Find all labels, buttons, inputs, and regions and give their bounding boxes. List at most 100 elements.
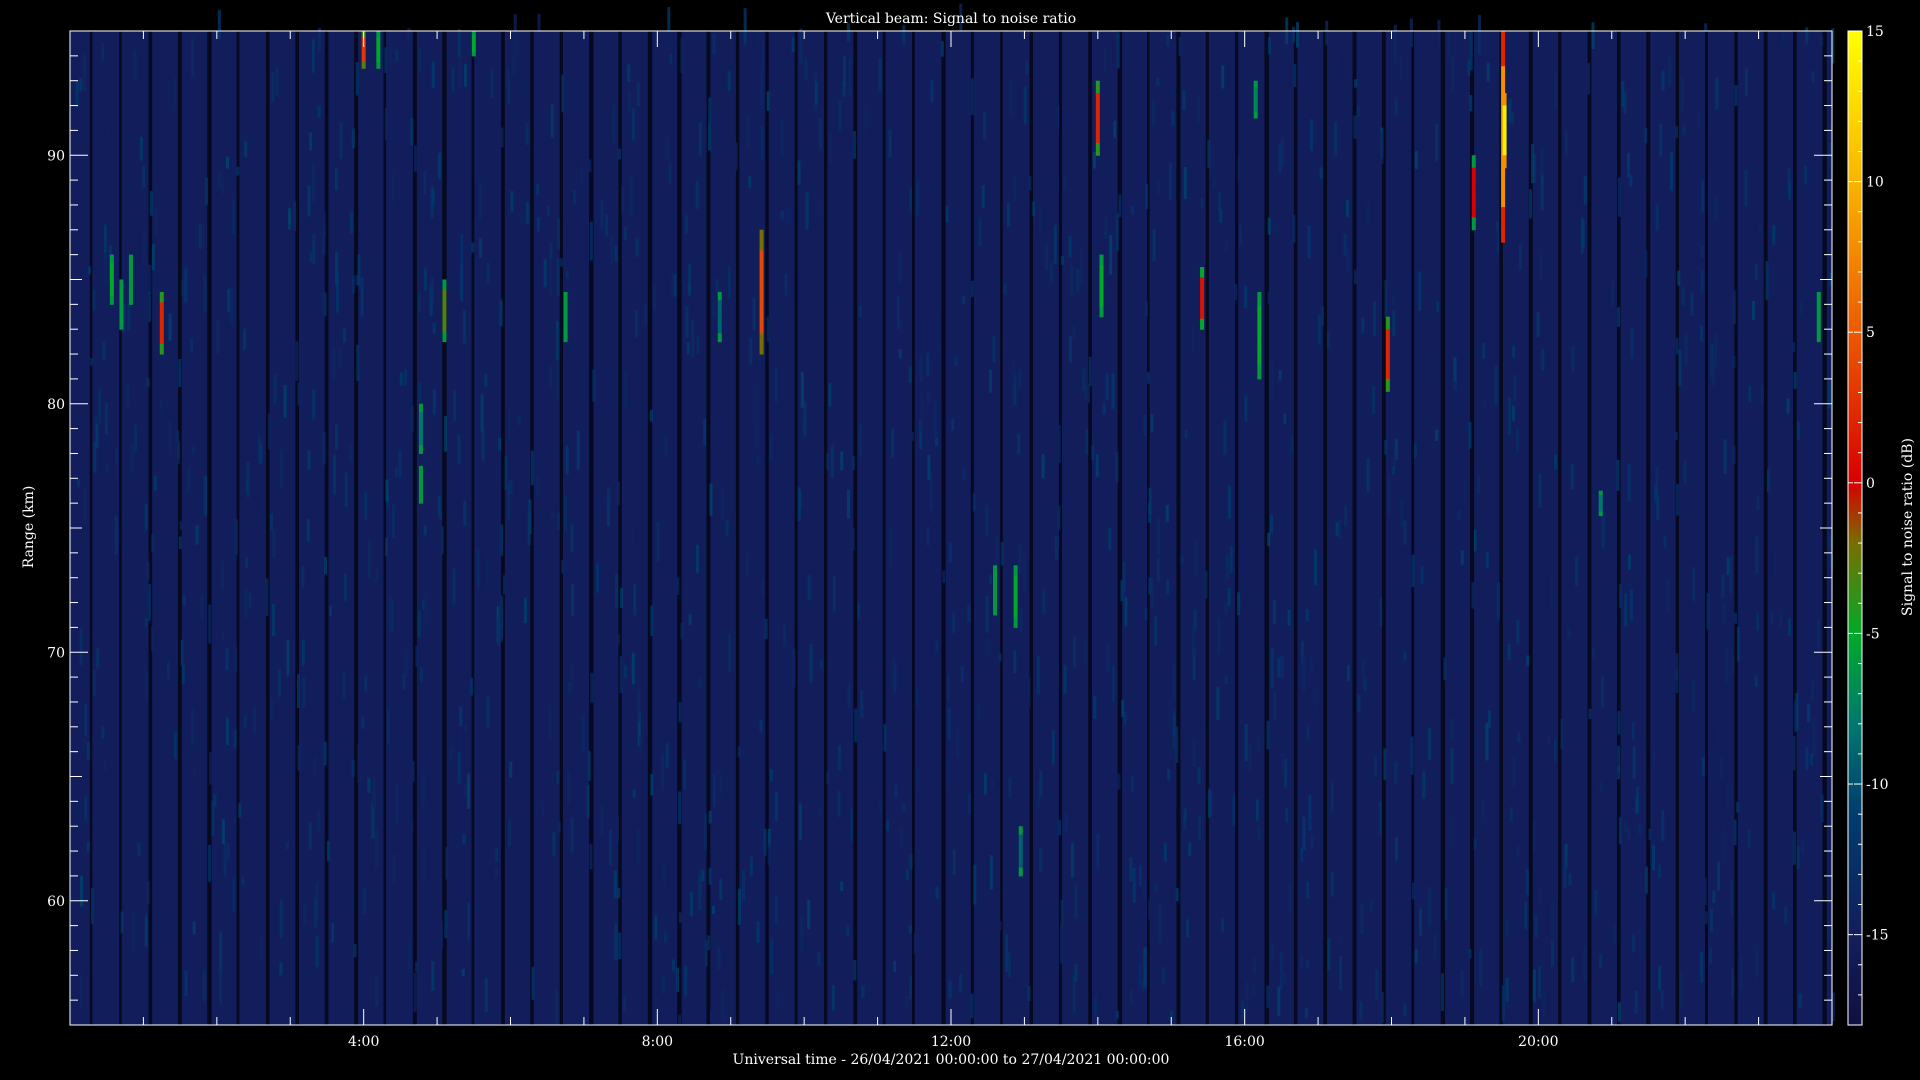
echo-mark xyxy=(128,271,133,280)
noise-pixel xyxy=(892,658,896,690)
noise-pixel xyxy=(926,526,930,547)
noise-pixel xyxy=(998,652,1002,662)
noise-pixel xyxy=(1395,438,1399,460)
noise-pixel xyxy=(1418,271,1422,312)
noise-pixel xyxy=(1436,301,1440,312)
noise-pixel xyxy=(1223,420,1227,456)
noise-pixel xyxy=(1471,582,1475,609)
noise-pixel xyxy=(624,371,628,409)
noise-pixel xyxy=(988,575,992,584)
echo-mark xyxy=(1385,329,1390,343)
noise-pixel xyxy=(690,892,694,917)
noise-pixel xyxy=(1547,736,1551,744)
noise-pixel xyxy=(1541,348,1545,371)
noise-pixel xyxy=(1142,954,1146,968)
noise-pixel xyxy=(1501,985,1505,1021)
noise-pixel xyxy=(241,877,245,885)
noise-pixel xyxy=(1115,1011,1119,1019)
noise-pixel xyxy=(1747,829,1751,849)
data-gap-stripe xyxy=(1205,31,1209,1025)
noise-pixel xyxy=(1305,608,1309,622)
noise-pixel xyxy=(504,456,508,490)
data-gap-stripe xyxy=(119,31,122,1025)
noise-pixel xyxy=(883,723,887,752)
echo-mark xyxy=(471,31,476,36)
noise-pixel xyxy=(275,73,279,82)
noise-pixel xyxy=(728,634,732,673)
noise-pixel xyxy=(431,961,435,991)
noise-pixel xyxy=(619,656,623,693)
noise-pixel xyxy=(1450,718,1454,739)
noise-pixel xyxy=(696,335,700,354)
noise-pixel xyxy=(1617,710,1621,735)
noise-pixel xyxy=(1295,22,1299,48)
data-gap-stripe xyxy=(618,31,622,1025)
noise-pixel xyxy=(1238,224,1242,246)
noise-pixel xyxy=(490,66,494,98)
noise-pixel xyxy=(178,536,182,549)
noise-pixel xyxy=(398,450,402,477)
echo-mark xyxy=(1013,596,1018,608)
noise-pixel xyxy=(1009,81,1013,116)
noise-pixel xyxy=(373,787,377,809)
noise-pixel xyxy=(360,277,364,317)
echo-mark xyxy=(1018,826,1023,835)
noise-pixel xyxy=(1180,555,1184,564)
noise-pixel xyxy=(1304,1008,1308,1019)
noise-pixel xyxy=(399,372,403,386)
noise-pixel xyxy=(461,968,465,977)
noise-pixel xyxy=(1594,889,1598,916)
noise-pixel xyxy=(630,529,634,543)
noise-pixel xyxy=(1668,54,1672,87)
noise-pixel xyxy=(930,80,934,102)
noise-pixel xyxy=(653,285,657,310)
noise-pixel xyxy=(1683,460,1687,484)
noise-pixel xyxy=(364,675,368,692)
noise-pixel xyxy=(1798,993,1802,1008)
noise-pixel xyxy=(418,47,422,72)
noise-pixel xyxy=(1524,901,1528,930)
noise-pixel xyxy=(1675,125,1679,139)
noise-pixel xyxy=(712,34,716,54)
noise-pixel xyxy=(460,233,464,268)
echo-mark xyxy=(442,279,447,291)
noise-pixel xyxy=(543,259,547,288)
noise-pixel xyxy=(303,904,307,925)
noise-pixel xyxy=(236,166,240,176)
noise-pixel xyxy=(1257,736,1261,756)
noise-pixel xyxy=(79,77,83,92)
noise-pixel xyxy=(760,126,764,161)
noise-pixel xyxy=(618,932,622,960)
echo-mark xyxy=(1385,341,1390,355)
noise-pixel xyxy=(756,35,760,45)
noise-pixel xyxy=(524,76,528,100)
noise-pixel xyxy=(1756,612,1760,631)
noise-pixel xyxy=(474,546,478,578)
echo-mark xyxy=(1013,617,1018,628)
noise-pixel xyxy=(192,921,196,934)
noise-pixel xyxy=(1198,815,1202,841)
noise-pixel xyxy=(617,148,621,160)
noise-pixel xyxy=(1217,618,1221,655)
echo-mark xyxy=(1816,333,1821,343)
noise-pixel xyxy=(367,778,371,793)
noise-pixel xyxy=(959,973,963,992)
noise-pixel xyxy=(1319,167,1323,179)
noise-pixel xyxy=(1518,244,1522,270)
echo-mark xyxy=(717,300,722,309)
noise-pixel xyxy=(954,355,958,366)
noise-pixel xyxy=(259,442,263,464)
echo-mark xyxy=(1099,296,1104,307)
echo-mark xyxy=(418,496,423,504)
noise-pixel xyxy=(502,575,506,595)
noise-pixel xyxy=(142,165,146,188)
noise-pixel xyxy=(1022,553,1026,593)
noise-pixel xyxy=(1703,877,1707,905)
noise-pixel xyxy=(1357,694,1361,713)
echo-mark xyxy=(1471,180,1476,194)
echo-mark xyxy=(442,300,447,312)
noise-pixel xyxy=(1525,869,1529,896)
x-tick-label: 20:00 xyxy=(1518,1034,1558,1050)
noise-pixel xyxy=(758,351,762,372)
noise-pixel xyxy=(547,205,551,216)
